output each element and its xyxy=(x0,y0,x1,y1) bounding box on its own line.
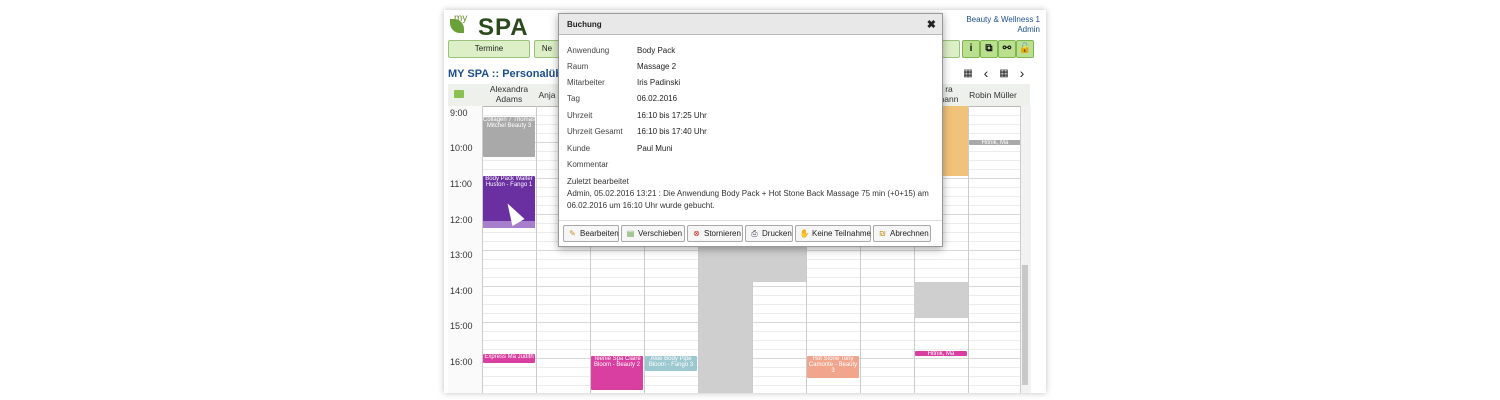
user-name[interactable]: Admin xyxy=(966,25,1040,35)
column-alexandra-last: Adams xyxy=(495,94,523,104)
printer-icon: ⎙ xyxy=(751,229,758,238)
logo-spa: SPA xyxy=(478,14,529,41)
cancel-booking-button[interactable]: ⊗ Stornieren xyxy=(687,225,743,242)
divider xyxy=(559,220,942,221)
pencil-icon: ✎ xyxy=(569,229,576,238)
time-label: 9:00 xyxy=(450,108,468,118)
field-label: Tag xyxy=(567,94,580,103)
field-value: Body Pack xyxy=(637,46,676,55)
grid-toggle-icon[interactable] xyxy=(454,90,464,98)
bill-label: Abrechnen xyxy=(890,229,929,238)
page-title: MY SPA :: Personalüber xyxy=(448,68,573,80)
scrollbar-thumb[interactable] xyxy=(1022,265,1028,385)
time-label: 16:00 xyxy=(450,357,473,367)
field-label: Raum xyxy=(567,62,589,71)
appointment-block[interactable]: Teenie Spa Claire Bloom - Beauty 2 xyxy=(591,356,643,390)
bill-button[interactable]: ₪ Abrechnen xyxy=(873,225,931,242)
app-window: my SPA Beauty & Wellness 1 Admin Termine… xyxy=(444,10,1046,393)
last-edited-label: Zuletzt bearbeitet xyxy=(567,177,629,186)
last-edited-text: Admin, 05.02.2016 13:21 : Die Anwendung … xyxy=(567,189,929,210)
move-label: Verschieben xyxy=(638,229,683,238)
print-button[interactable]: ⎙ Drucken xyxy=(745,225,793,242)
field-label: Uhrzeit xyxy=(567,111,593,120)
lock-icon[interactable]: 🔓 xyxy=(1016,40,1034,58)
cancel-label: Stornieren xyxy=(704,229,741,238)
invoice-icon: ₪ xyxy=(879,229,886,238)
prev-icon[interactable]: ‹ xyxy=(980,65,992,81)
info-icon[interactable]: i xyxy=(962,40,980,58)
print-label: Drucken xyxy=(762,229,792,238)
time-label: 12:00 xyxy=(450,215,473,225)
dialog-title: Buchung xyxy=(567,20,602,29)
appointment-block[interactable]: Express Ma Judith xyxy=(483,354,535,363)
time-label: 10:00 xyxy=(450,143,473,153)
nav-extra-button[interactable] xyxy=(942,40,960,58)
appointment-block[interactable]: Collagen 7 Thomas Mitchel Beauty 3 xyxy=(483,117,535,157)
no-show-icon: ✋ xyxy=(799,229,810,238)
field-label: Mitarbeiter xyxy=(567,78,605,87)
link-icon[interactable]: ⚯ xyxy=(998,40,1016,58)
move-button[interactable]: ▤ Verschieben xyxy=(621,225,685,242)
column-alexandra-adams[interactable]: Alexandra Adams xyxy=(482,84,536,106)
field-value: 16:10 bis 17:25 Uhr xyxy=(637,111,707,120)
time-label: 14:00 xyxy=(450,286,473,296)
calendar-day-icon[interactable]: ▦ xyxy=(998,68,1010,79)
calendar-move-icon: ▤ xyxy=(626,229,635,238)
field-value: Iris Padinski xyxy=(637,78,681,87)
time-label: 11:00 xyxy=(450,179,472,189)
field-value: 06.02.2016 xyxy=(637,94,678,103)
field-label: Kunde xyxy=(567,144,591,153)
field-value: 16:10 bis 17:40 Uhr xyxy=(637,127,707,136)
column-alexandra-first: Alexandra xyxy=(489,84,529,94)
no-show-button[interactable]: ✋ Keine Teilnahme xyxy=(795,225,871,242)
appointment-block[interactable]: Hot Stone Tony Camonte - Beauty 3 xyxy=(807,356,859,378)
nav-termine-button[interactable]: Termine xyxy=(448,40,530,58)
copy-icon[interactable]: ⧉ xyxy=(980,40,998,58)
logo-my: my xyxy=(454,13,468,24)
field-value: Massage 2 xyxy=(637,62,677,71)
edit-button[interactable]: ✎ Bearbeiten xyxy=(563,225,619,242)
no-show-label: Keine Teilnahme xyxy=(812,229,872,238)
field-label: Kommentar xyxy=(567,160,609,169)
cancel-icon: ⊗ xyxy=(693,229,700,238)
time-label: 13:00 xyxy=(450,250,473,260)
time-label: 15:00 xyxy=(450,321,473,331)
blocked-slot xyxy=(914,282,968,318)
account-info: Beauty & Wellness 1 Admin xyxy=(966,15,1040,35)
appointment-buffer xyxy=(483,221,535,228)
column-robin-mueller[interactable]: Robin Müller xyxy=(966,84,1020,106)
edit-label: Bearbeiten xyxy=(580,229,619,238)
field-label: Uhrzeit Gesamt xyxy=(567,127,623,136)
appointment-block[interactable]: Hitnik, Ma xyxy=(969,140,1021,145)
company-name[interactable]: Beauty & Wellness 1 xyxy=(966,15,1040,25)
appointment-block[interactable]: Aloe Body Pipe Bloom - Fango 3 xyxy=(645,356,697,371)
field-value: Paul Muni xyxy=(637,144,673,153)
calendar-icon[interactable]: ▦ xyxy=(962,68,974,79)
appointment-block[interactable]: Hitnik, Ma xyxy=(915,351,967,356)
booking-dialog: Buchung ✖ Anwendung Body Pack Raum Massa… xyxy=(558,13,943,247)
blocked-slot xyxy=(752,246,806,282)
column-anja[interactable]: Anja xyxy=(536,84,558,106)
next-icon[interactable]: › xyxy=(1016,65,1028,81)
nav-second-button[interactable]: Ne xyxy=(534,40,560,58)
field-label: Anwendung xyxy=(567,46,610,55)
close-icon[interactable]: ✖ xyxy=(927,18,936,31)
dialog-header: Buchung ✖ xyxy=(559,14,942,35)
